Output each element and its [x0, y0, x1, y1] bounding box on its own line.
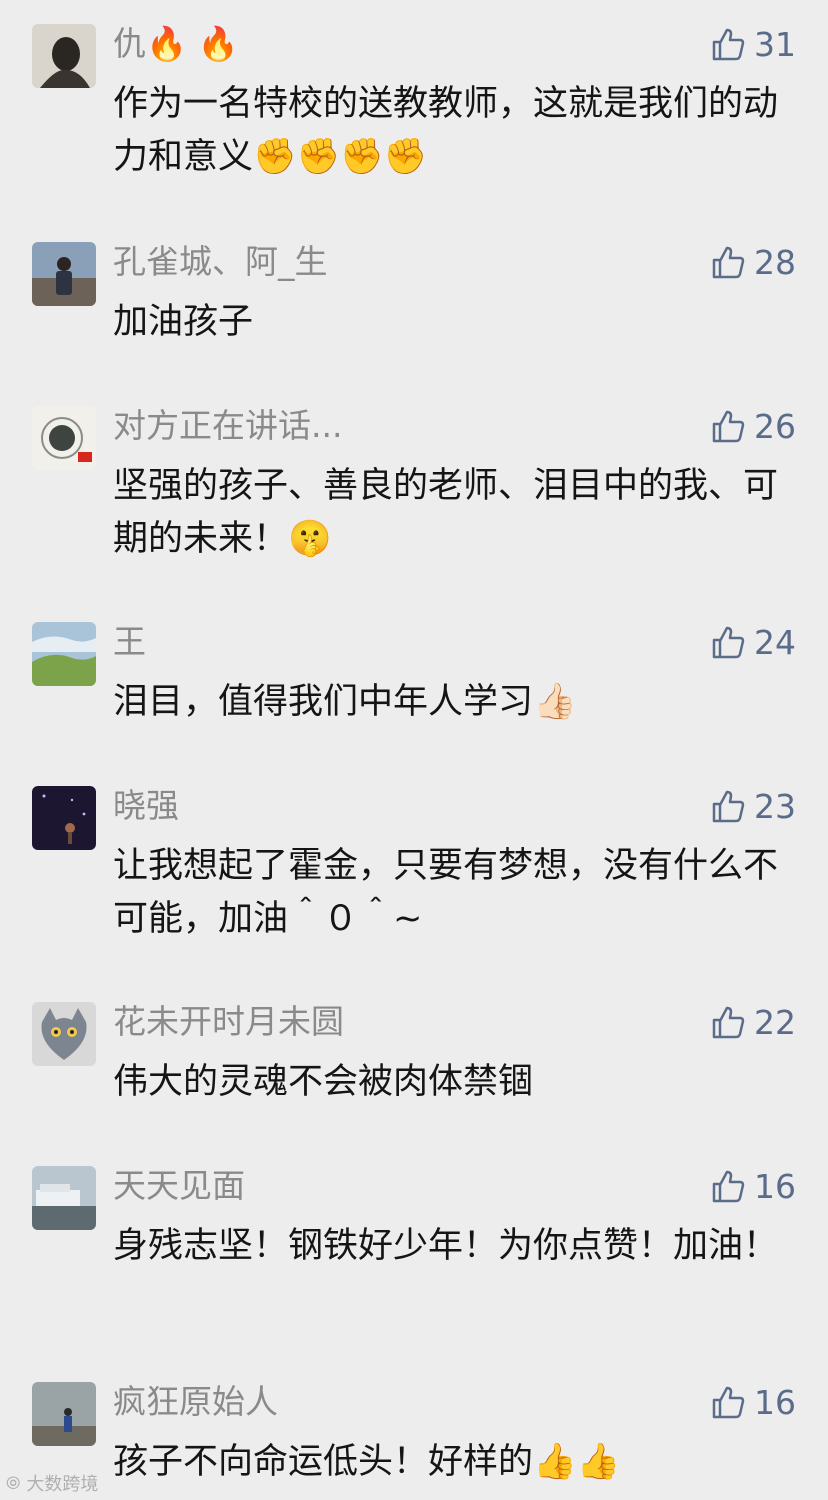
thumbs-up-icon	[712, 626, 745, 659]
like-count: 16	[754, 1382, 796, 1422]
avatar[interactable]	[32, 1166, 96, 1230]
avatar[interactable]	[32, 1382, 96, 1446]
avatar[interactable]	[32, 786, 96, 850]
thumbs-up-icon	[712, 790, 745, 823]
comment-author[interactable]: 仇🔥 🔥	[113, 24, 239, 64]
like-count: 28	[754, 242, 796, 282]
comment-text: 伟大的灵魂不会被肉体禁锢	[113, 1062, 534, 1102]
comment-text: 身残志坚！钢铁好少年！为你点赞！加油！	[113, 1226, 779, 1266]
like-count: 31	[754, 24, 796, 64]
like-button[interactable]: 31	[708, 24, 796, 64]
comment-author[interactable]: 孔雀城、阿_生	[113, 242, 328, 282]
like-count: 22	[754, 1002, 796, 1042]
avatar[interactable]	[32, 242, 96, 306]
like-button[interactable]: 16	[708, 1166, 796, 1206]
avatar-image	[32, 1382, 96, 1446]
comment-text: 坚强的孩子、善良的老师、泪目中的我、可期的未来！🤫	[113, 466, 779, 559]
thumbs-up-icon	[712, 28, 745, 61]
like-button[interactable]: 26	[708, 406, 796, 446]
watermark-logo-icon: ⦾	[6, 1472, 21, 1494]
like-button[interactable]: 24	[708, 622, 796, 662]
comment-author[interactable]: 花未开时月未圆	[113, 1002, 344, 1042]
comment-text: 作为一名特校的送教教师，这就是我们的动力和意义✊✊✊✊	[113, 84, 779, 177]
avatar-image	[32, 242, 96, 306]
comment-author[interactable]: 疯狂原始人	[113, 1382, 278, 1422]
comment-text: 加油孩子	[113, 302, 254, 342]
like-button[interactable]: 16	[708, 1382, 796, 1422]
like-count: 16	[754, 1166, 796, 1206]
avatar-image	[32, 24, 96, 88]
comment-author[interactable]: 王	[113, 622, 146, 662]
like-button[interactable]: 28	[708, 242, 796, 282]
avatar-image	[32, 1002, 96, 1066]
thumbs-up-icon	[712, 246, 745, 279]
thumbs-up-icon	[712, 1006, 745, 1039]
comment-list: 仇🔥 🔥 31 作为一名特校的送教教师，这就是我们的动力和意义✊✊✊✊ 孔雀城、…	[0, 0, 828, 1500]
like-button[interactable]: 22	[708, 1002, 796, 1042]
comment-text: 孩子不向命运低头！好样的👍👍	[113, 1442, 621, 1482]
avatar-image	[32, 406, 96, 470]
like-button[interactable]: 23	[708, 786, 796, 826]
thumbs-up-icon	[712, 1386, 745, 1419]
comment-text: 让我想起了霍金，只要有梦想，没有什么不可能，加油＾０＾~	[113, 846, 779, 939]
avatar[interactable]	[32, 1002, 96, 1066]
watermark-text: 大数跨境	[26, 1474, 99, 1495]
thumbs-up-icon	[712, 410, 745, 443]
comment-text: 泪目，值得我们中年人学习👍🏻	[113, 682, 577, 722]
thumbs-up-icon	[712, 1170, 745, 1203]
avatar-image	[32, 786, 96, 850]
avatar[interactable]	[32, 406, 96, 470]
comment-author[interactable]: 天天见面	[113, 1166, 245, 1206]
avatar-image	[32, 1166, 96, 1230]
watermark: ⦾ 大数跨境	[6, 1470, 98, 1496]
like-count: 23	[754, 786, 796, 826]
avatar-image	[32, 622, 96, 686]
avatar[interactable]	[32, 24, 96, 88]
comment-author[interactable]: 对方正在讲话...	[113, 406, 342, 446]
like-count: 26	[754, 406, 796, 446]
like-count: 24	[754, 622, 796, 662]
comment-author[interactable]: 晓强	[113, 786, 179, 826]
avatar[interactable]	[32, 622, 96, 686]
